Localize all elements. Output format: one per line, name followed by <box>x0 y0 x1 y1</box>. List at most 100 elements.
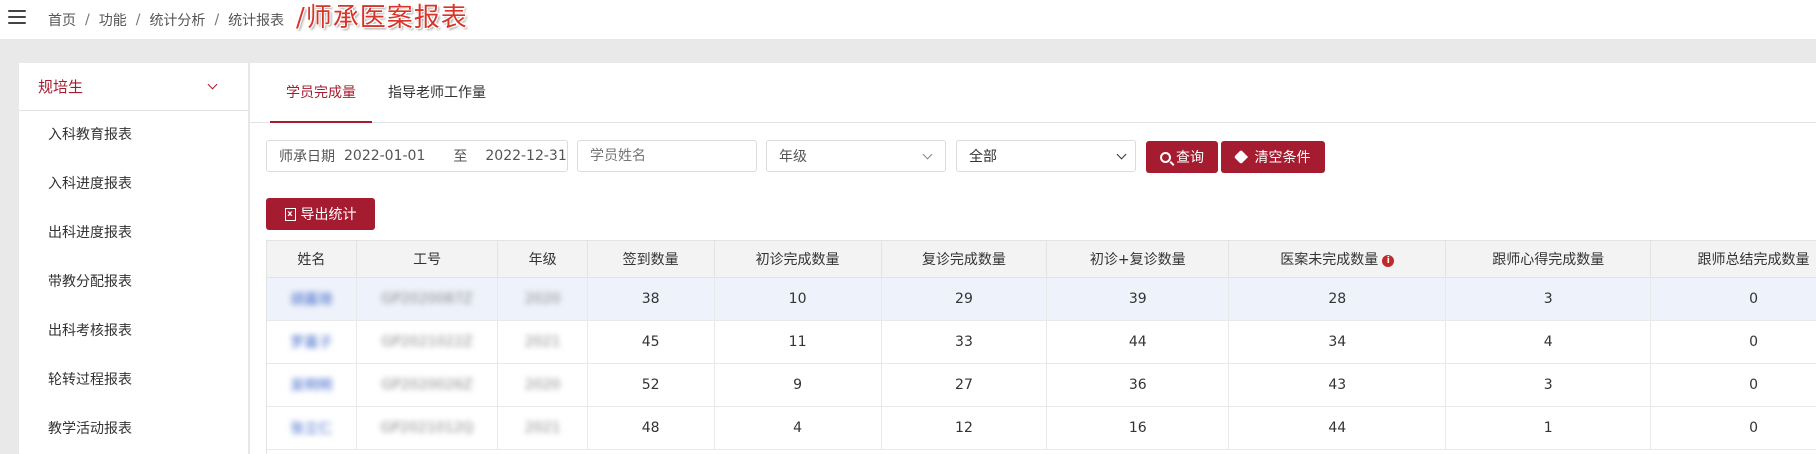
sidebar-item-entry-education[interactable]: 入科教育报表 <box>19 111 248 160</box>
date-range-field[interactable]: 师承日期 2022-01-01 至 2022-12-31 <box>266 140 568 172</box>
cell-id: GP2020087Z <box>356 277 499 321</box>
chevron-down-icon <box>922 149 933 160</box>
col-header-unfinished[interactable]: 医案未完成数量 i <box>1228 240 1447 278</box>
cell-grade: 2020 <box>497 363 588 407</box>
cell-signin: 52 <box>587 363 715 407</box>
cell-first-visit: 10 <box>714 277 882 321</box>
table-row[interactable]: 胡嘉琦 GP2020087Z 2020 38 10 29 39 28 3 0 <box>267 277 1816 321</box>
col-header-signin[interactable]: 签到数量 <box>587 240 715 278</box>
breadcrumb-separator: / <box>85 12 90 28</box>
breadcrumb: 首页 / 功能 / 统计分析 / 统计报表 <box>48 0 284 40</box>
cell-summary: 0 <box>1650 320 1816 364</box>
query-button[interactable]: 查询 <box>1146 141 1218 173</box>
stats-table-container[interactable]: 姓名 工号 年级 签到数量 初诊完成数量 复诊完成数量 初诊+复诊数量 医案未完… <box>266 240 1816 454</box>
breadcrumb-stats-analysis[interactable]: 统计分析 <box>149 10 205 30</box>
breadcrumb-home[interactable]: 首页 <box>48 10 76 30</box>
cell-total: 39 <box>1046 277 1230 321</box>
cell-notes: 3 <box>1445 363 1652 407</box>
cell-unfinished: 28 <box>1228 277 1447 321</box>
col-header-grade[interactable]: 年级 <box>497 240 588 278</box>
grade-select-placeholder: 年级 <box>779 149 807 165</box>
sidebar-group-label: 规培生 <box>38 78 84 96</box>
cell-unfinished: 44 <box>1228 406 1447 450</box>
cell-summary: 0 <box>1650 406 1816 450</box>
cell-first-visit: 4 <box>714 406 882 450</box>
info-circle-icon[interactable]: i <box>1382 255 1395 267</box>
tags-icon <box>1236 151 1250 163</box>
student-grade: 2020 <box>524 377 561 393</box>
chevron-down-icon <box>1116 149 1127 160</box>
cell-signin: 45 <box>587 320 715 364</box>
student-name-link[interactable]: 吴明明 <box>290 378 332 394</box>
date-end-value[interactable]: 2022-12-31 <box>485 148 566 164</box>
query-button-label: 查询 <box>1176 150 1204 166</box>
date-range-separator: 至 <box>453 149 468 165</box>
sidebar-item-entry-progress[interactable]: 入科进度报表 <box>19 160 248 209</box>
cell-name[interactable]: 胡嘉琦 <box>267 277 357 321</box>
student-grade: 2021 <box>524 420 561 436</box>
clear-conditions-button[interactable]: 清空条件 <box>1221 141 1325 173</box>
sidebar-item-rotation-process[interactable]: 轮转过程报表 <box>19 356 248 405</box>
top-bar: 首页 / 功能 / 统计分析 / 统计报表 /师承医案报表 <box>0 0 1816 40</box>
student-name-input[interactable] <box>577 140 757 172</box>
breadcrumb-separator: / <box>214 12 220 28</box>
sidebar-item-exit-assessment[interactable]: 出科考核报表 <box>19 307 248 356</box>
student-id: GP2021012Q <box>380 420 474 436</box>
col-header-name[interactable]: 姓名 <box>267 240 357 278</box>
cell-grade: 2021 <box>497 320 588 364</box>
tab-teacher-workload[interactable]: 指导老师工作量 <box>388 63 486 123</box>
chevron-down-icon <box>207 79 218 90</box>
date-range-label: 师承日期 <box>279 149 335 165</box>
hamburger-icon[interactable] <box>8 10 26 26</box>
sidebar-item-teaching-assignment[interactable]: 带教分配报表 <box>19 258 248 307</box>
table-row[interactable]: 张立仁 GP2021012Q 2021 48 4 12 16 44 1 0 <box>267 406 1816 450</box>
grade-select[interactable]: 年级 <box>766 140 946 172</box>
cell-notes: 1 <box>1445 406 1652 450</box>
cell-id: GP2021012Q <box>356 406 499 450</box>
sidebar: 规培生 入科教育报表 入科进度报表 出科进度报表 带教分配报表 出科考核报表 轮… <box>19 63 249 454</box>
student-name-link[interactable]: 张立仁 <box>290 421 332 437</box>
col-header-first-visit[interactable]: 初诊完成数量 <box>714 240 882 278</box>
export-stats-button[interactable]: x 导出统计 <box>266 198 375 230</box>
stats-table: 姓名 工号 年级 签到数量 初诊完成数量 复诊完成数量 初诊+复诊数量 医案未完… <box>267 240 1816 450</box>
col-header-unfinished-label: 医案未完成数量 <box>1280 252 1379 268</box>
sidebar-item-teaching-activity[interactable]: 教学活动报表 <box>19 405 248 454</box>
student-id: GP2021022Z <box>381 334 473 350</box>
cell-grade: 2020 <box>497 277 588 321</box>
col-header-total[interactable]: 初诊+复诊数量 <box>1046 240 1230 278</box>
cell-summary: 0 <box>1650 277 1816 321</box>
cell-total: 44 <box>1046 320 1230 364</box>
col-header-notes[interactable]: 跟师心得完成数量 <box>1445 240 1652 278</box>
breadcrumb-stats-report[interactable]: 统计报表 <box>228 10 284 30</box>
cell-name[interactable]: 张立仁 <box>267 406 357 450</box>
cell-notes: 3 <box>1445 277 1652 321</box>
clear-button-label: 清空条件 <box>1254 150 1311 166</box>
table-row[interactable]: 罗嘉子 GP2021022Z 2021 45 11 33 44 34 4 0 <box>267 320 1816 364</box>
student-grade: 2021 <box>524 334 561 350</box>
student-name-link[interactable]: 罗嘉子 <box>290 335 332 351</box>
col-header-id[interactable]: 工号 <box>356 240 499 278</box>
breadcrumb-separator: / <box>135 12 141 28</box>
sidebar-group-header[interactable]: 规培生 <box>19 63 248 111</box>
cell-id: GP2021022Z <box>356 320 499 364</box>
date-start-value[interactable]: 2022-01-01 <box>344 148 425 164</box>
col-header-revisit[interactable]: 复诊完成数量 <box>881 240 1048 278</box>
sidebar-item-exit-progress[interactable]: 出科进度报表 <box>19 209 248 258</box>
cell-name[interactable]: 吴明明 <box>267 363 357 407</box>
tab-bar: 学员完成量 指导老师工作量 <box>250 63 1816 123</box>
cell-notes: 4 <box>1445 320 1652 364</box>
table-row[interactable]: 吴明明 GP2020026Z 2020 52 9 27 36 43 3 0 <box>267 363 1816 407</box>
status-select-value: 全部 <box>969 149 997 165</box>
tab-student-completion[interactable]: 学员完成量 <box>270 63 372 123</box>
breadcrumb-function[interactable]: 功能 <box>99 10 127 30</box>
cell-name[interactable]: 罗嘉子 <box>267 320 357 364</box>
cell-revisit: 27 <box>881 363 1048 407</box>
page-title: /师承医案报表 <box>296 3 468 33</box>
cell-first-visit: 11 <box>714 320 882 364</box>
student-grade: 2020 <box>524 291 561 307</box>
cell-id: GP2020026Z <box>356 363 499 407</box>
student-name-link[interactable]: 胡嘉琦 <box>290 292 332 308</box>
col-header-summary[interactable]: 跟师总结完成数量 <box>1650 240 1816 278</box>
table-header-row: 姓名 工号 年级 签到数量 初诊完成数量 复诊完成数量 初诊+复诊数量 医案未完… <box>267 240 1816 278</box>
status-select[interactable]: 全部 <box>956 140 1136 172</box>
